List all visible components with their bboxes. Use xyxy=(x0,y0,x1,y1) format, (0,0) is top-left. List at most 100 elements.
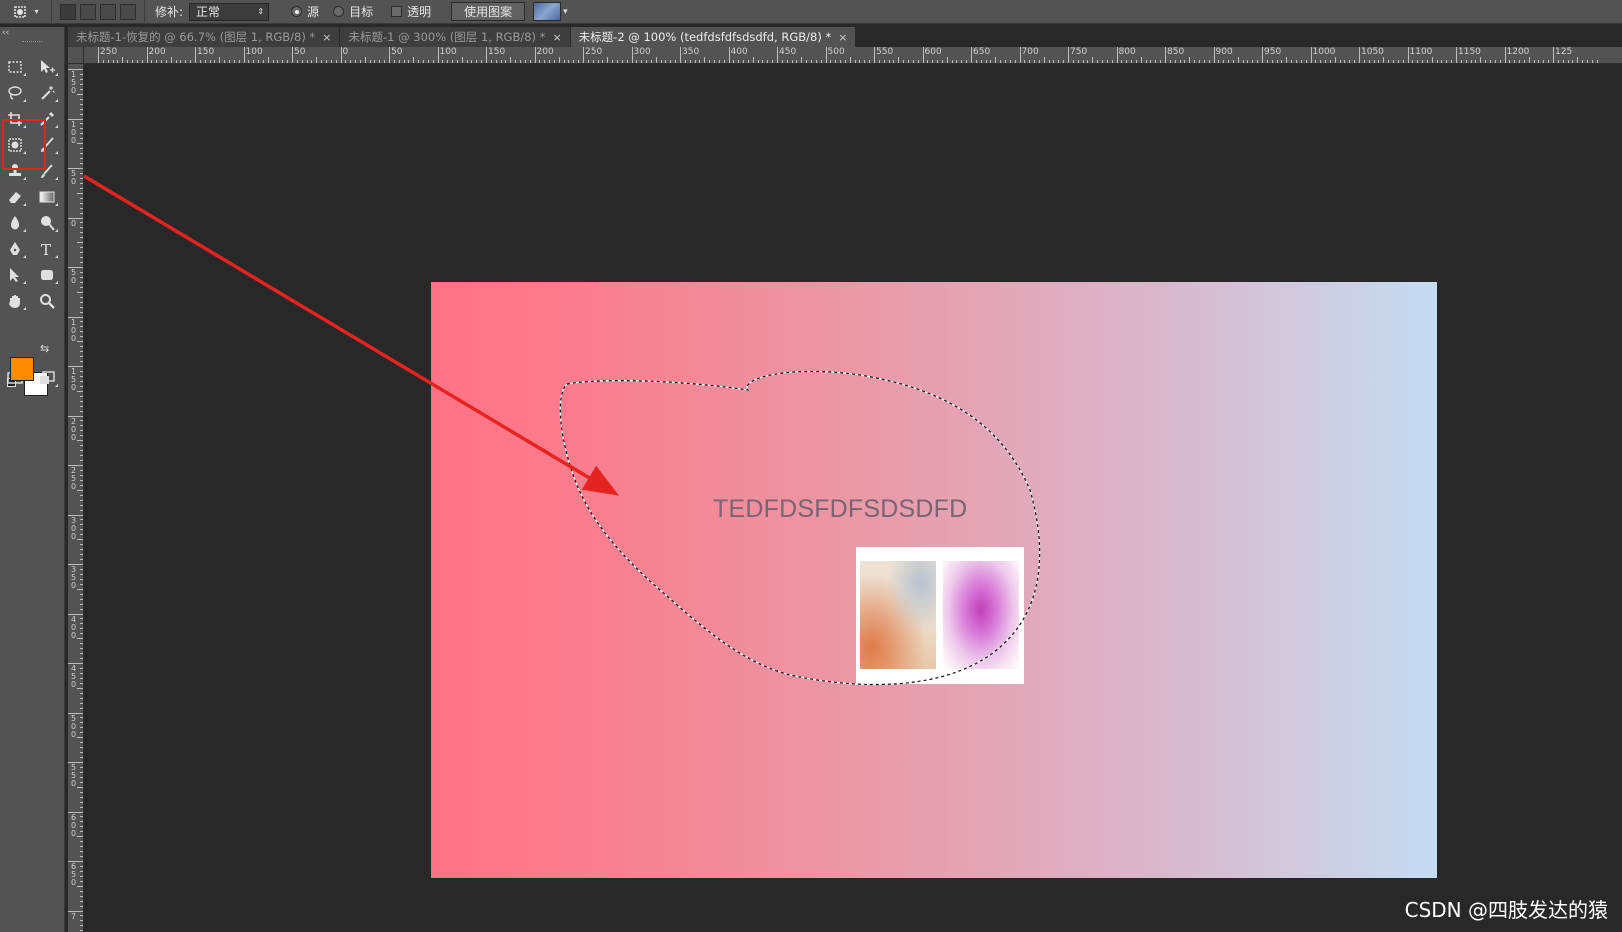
tool-preset-picker[interactable]: ▾ xyxy=(0,0,52,24)
image-card[interactable] xyxy=(856,547,1024,684)
screen-mode-button[interactable] xyxy=(34,367,60,389)
rectangle-tool[interactable] xyxy=(34,264,60,286)
ruler-tick-major xyxy=(292,47,293,63)
ruler-tick-minor xyxy=(80,667,83,669)
text-layer[interactable]: TEDFDSFDFSDSDFD xyxy=(713,495,967,524)
dodge-tool[interactable] xyxy=(34,212,60,234)
eraser-tool[interactable] xyxy=(2,186,28,208)
ruler-tick-major xyxy=(1116,47,1118,63)
ruler-tick-minor xyxy=(1441,60,1443,63)
move-tool[interactable] xyxy=(34,56,60,78)
close-icon[interactable]: × xyxy=(838,31,847,44)
ruler-tick-minor xyxy=(335,60,337,63)
tab-document-1[interactable]: 未标题-1 @ 300% (图层 1, RGB/8) * × xyxy=(340,27,571,47)
ruler-tick-minor xyxy=(1446,60,1448,63)
new-selection-button[interactable] xyxy=(60,3,76,20)
ruler-tick-minor xyxy=(1422,60,1424,63)
close-icon[interactable]: × xyxy=(552,31,561,44)
ruler-tick-minor xyxy=(80,658,83,660)
zoom-tool[interactable] xyxy=(34,290,60,312)
tab-document-1-recovered[interactable]: 未标题-1-恢复的 @ 66.7% (图层 1, RGB/8) * × xyxy=(68,27,341,47)
tab-label: 未标题-1 @ 300% (图层 1, RGB/8) * xyxy=(348,30,546,44)
ruler-tick-minor xyxy=(408,60,410,63)
ruler-tick-minor xyxy=(122,57,124,63)
ruler-label: 0 xyxy=(342,47,349,57)
ruler-tick-minor xyxy=(612,60,614,63)
ruler-tick-minor xyxy=(713,60,715,63)
hand-tool[interactable] xyxy=(2,290,28,312)
ruler-tick-minor xyxy=(282,60,284,63)
pattern-picker[interactable] xyxy=(533,2,562,21)
ruler-label: 600 xyxy=(71,812,77,838)
swap-colors-icon[interactable]: ⇆ xyxy=(40,342,49,355)
ruler-label: 1200 xyxy=(1506,47,1530,57)
target-option[interactable]: 目标 xyxy=(333,3,373,20)
ruler-tick-minor xyxy=(228,60,230,63)
add-to-selection-button[interactable] xyxy=(80,3,96,20)
magic-wand-tool[interactable] xyxy=(34,82,60,104)
ruler-origin[interactable] xyxy=(68,47,84,64)
vertical-ruler[interactable]: 150 100 50 0 50 100 150 200 250 300 350 400 450 500 55… xyxy=(68,64,84,932)
use-pattern-button[interactable]: 使用图案 xyxy=(451,2,526,21)
intersect-selection-button[interactable] xyxy=(120,3,136,20)
ruler-tick-minor xyxy=(854,60,856,63)
ruler-tick-minor xyxy=(253,60,255,63)
ruler-tick-minor xyxy=(801,57,803,63)
ruler-tick-minor xyxy=(80,722,83,724)
ruler-tick-minor xyxy=(1557,60,1559,63)
ruler-tick-minor xyxy=(80,232,83,234)
tab-document-2[interactable]: 未标题-2 @ 100% (tedfdsfdfsdsdfd, RGB/8) * … xyxy=(570,27,857,47)
gradient-tool[interactable] xyxy=(34,186,60,208)
ruler-tick-minor xyxy=(77,588,83,590)
ruler-tick-minor xyxy=(80,895,83,897)
ruler-tick-minor xyxy=(80,831,83,833)
source-option[interactable]: 源 xyxy=(291,3,319,20)
foreground-color-swatch[interactable] xyxy=(10,357,34,381)
ruler-tick-minor xyxy=(951,60,953,63)
blur-tool[interactable] xyxy=(2,212,28,234)
ruler-tick-minor xyxy=(80,83,83,85)
pen-tool[interactable] xyxy=(2,238,28,260)
rectangular-marquee-tool[interactable] xyxy=(2,56,28,78)
close-icon[interactable]: × xyxy=(322,31,331,44)
ruler-tick-minor xyxy=(77,93,83,95)
ruler-tick-minor xyxy=(791,60,793,63)
patch-tool-icon xyxy=(14,5,27,18)
ruler-tick-minor xyxy=(80,276,83,278)
ruler-tick-minor xyxy=(752,57,754,63)
target-radio[interactable] xyxy=(333,6,345,17)
ruler-tick-minor xyxy=(374,60,376,63)
patch-mode-select[interactable]: 正常 ⇕ xyxy=(189,2,270,21)
ruler-tick-minor xyxy=(1145,60,1147,63)
horizontal-ruler[interactable]: 250 200 150 100 50 0 50 100 150 200 250 300 350 400 45… xyxy=(84,47,1622,64)
ruler-tick-minor xyxy=(990,60,992,63)
transparent-label: 透明 xyxy=(407,5,432,19)
ruler-tick-minor xyxy=(321,60,323,63)
pattern-dropdown-icon[interactable]: ▾ xyxy=(563,7,568,17)
thumbnail-warm-gradient xyxy=(860,561,936,669)
ruler-tick-minor xyxy=(907,60,909,63)
type-tool[interactable]: T xyxy=(34,238,60,260)
lasso-tool[interactable] xyxy=(2,82,28,104)
ruler-tick-minor xyxy=(141,60,143,63)
canvas-workspace[interactable]: TEDFDSFDFSDSDFD xyxy=(85,65,1622,932)
ruler-tick-minor xyxy=(233,60,235,63)
transparent-checkbox[interactable] xyxy=(391,6,403,17)
ruler-tick-minor xyxy=(77,687,83,689)
ruler-tick-minor xyxy=(80,648,83,650)
path-selection-tool[interactable] xyxy=(2,264,28,286)
collapse-panel-icon[interactable]: ‹‹ xyxy=(2,28,9,38)
panel-grip[interactable] xyxy=(22,41,42,43)
ruler-tick-minor xyxy=(80,509,83,511)
transparent-option[interactable]: 透明 xyxy=(391,3,431,20)
ruler-tick-minor xyxy=(505,60,507,63)
ruler-tick-minor xyxy=(723,60,725,63)
ruler-tick-minor xyxy=(1567,60,1569,63)
subtract-from-selection-button[interactable] xyxy=(100,3,116,20)
source-radio[interactable] xyxy=(291,6,303,17)
ruler-tick-minor xyxy=(563,60,565,63)
ruler-tick-minor xyxy=(1499,60,1501,63)
ruler-tick-minor xyxy=(621,60,623,63)
ruler-label: 600 xyxy=(924,47,942,57)
document-canvas[interactable]: TEDFDSFDFSDSDFD xyxy=(431,282,1437,878)
